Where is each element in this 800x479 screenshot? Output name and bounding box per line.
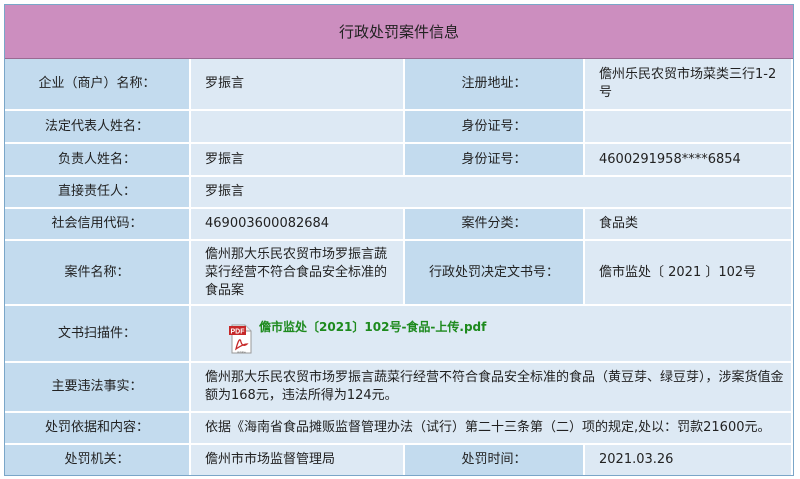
penalty-basis-value: 依据《海南省食品摊贩监督管理办法（试行）第二十三条第（二）项的规定,处以：罚款2… [191,413,793,445]
decision-doc-number-value: 儋市监处〔 2021 〕102号 [585,241,793,306]
legal-rep-value [191,111,405,144]
legal-rep-label: 法定代表人姓名： [5,111,191,144]
direct-responsible-value: 罗振言 [191,177,793,209]
violation-facts-value: 儋州那大乐民农贸市场罗振言蔬菜行经营不符合食品安全标准的食品（黄豆芽、绿豆芽），… [191,363,793,413]
person-in-charge-id-value: 4600291958****6854 [585,144,793,177]
credit-code-value: 469003600082684 [191,209,405,241]
penalty-authority-value: 儋州市市场监督管理局 [191,445,405,475]
company-name-value: 罗振言 [191,59,405,111]
case-category-value: 食品类 [585,209,793,241]
credit-code-label: 社会信用代码： [5,209,191,241]
company-name-label: 企业（商户）名称： [5,59,191,111]
penalty-authority-label: 处罚机关： [5,445,191,475]
legal-rep-id-label: 身份证号： [405,111,585,144]
penalty-date-label: 处罚时间： [405,445,585,475]
document-scan-label: 文书扫描件： [5,306,191,363]
decision-doc-number-label: 行政处罚决定文书号： [405,241,585,306]
penalty-basis-label: 处罚依据和内容： [5,413,191,445]
legal-rep-id-value [585,111,793,144]
violation-facts-label: 主要违法事实： [5,363,191,413]
pdf-icon-subtext: Adobe [237,350,246,354]
case-name-label: 案件名称： [5,241,191,306]
page-title: 行政处罚案件信息 [5,5,793,59]
document-scan-cell: PDF Adobe 儋市监处〔2021〕102号-食品-上传.pdf [191,306,793,363]
pdf-file-icon[interactable]: PDF Adobe [229,324,253,354]
case-info-table: 行政处罚案件信息 企业（商户）名称： 罗振言 注册地址： 儋州乐民农贸市场菜类三… [4,4,794,476]
registered-address-label: 注册地址： [405,59,585,111]
pdf-attachment[interactable]: PDF Adobe 儋市监处〔2021〕102号-食品-上传.pdf [229,314,486,354]
direct-responsible-label: 直接责任人： [5,177,191,209]
case-name-value: 儋州那大乐民农贸市场罗振言蔬菜行经营不符合食品安全标准的食品案 [191,241,405,306]
person-in-charge-value: 罗振言 [191,144,405,177]
registered-address-value: 儋州乐民农贸市场菜类三行1-2号 [585,59,793,111]
penalty-date-value: 2021.03.26 [585,445,793,475]
person-in-charge-id-label: 身份证号： [405,144,585,177]
case-category-label: 案件分类： [405,209,585,241]
pdf-file-link[interactable]: 儋市监处〔2021〕102号-食品-上传.pdf [259,318,486,336]
person-in-charge-label: 负责人姓名： [5,144,191,177]
pdf-icon-text: PDF [231,328,246,335]
